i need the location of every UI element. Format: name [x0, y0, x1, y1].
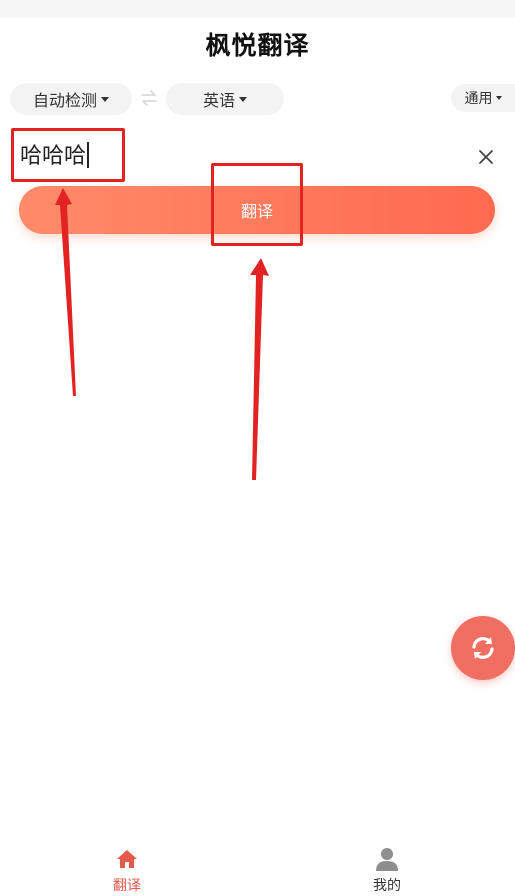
chevron-down-icon [239, 96, 247, 102]
chevron-down-icon [495, 96, 502, 100]
tab-mine-label: 我的 [373, 878, 401, 894]
domain-label: 通用 [464, 91, 493, 107]
tab-translate[interactable]: 翻译 [67, 838, 187, 896]
annotation-box-input [11, 128, 125, 182]
annotation-arrow-button [250, 258, 269, 480]
target-language-label: 英语 [202, 91, 235, 110]
source-language-label: 自动检测 [32, 91, 97, 110]
tab-mine[interactable]: 我的 [327, 838, 447, 896]
source-language-select[interactable]: 自动检测 [10, 83, 132, 115]
annotation-box-button [211, 163, 303, 246]
refresh-icon [472, 637, 494, 659]
refresh-button[interactable] [451, 616, 515, 680]
translator-screen: 枫悦翻译 自动检测 英语 通用 哈哈哈 翻译 翻译 我的 [0, 0, 515, 896]
page-title: 枫悦翻译 [205, 31, 310, 60]
domain-select[interactable]: 通用 [451, 84, 515, 112]
target-language-select[interactable]: 英语 [166, 83, 284, 115]
swap-arrows-icon[interactable] [140, 88, 158, 108]
chevron-down-icon [101, 96, 109, 102]
close-icon[interactable] [477, 148, 495, 166]
tab-translate-label: 翻译 [113, 878, 141, 894]
user-icon [376, 848, 398, 871]
bottom-tab-bar: 翻译 我的 [0, 838, 515, 896]
status-bar [0, 0, 515, 18]
home-icon [117, 850, 137, 868]
